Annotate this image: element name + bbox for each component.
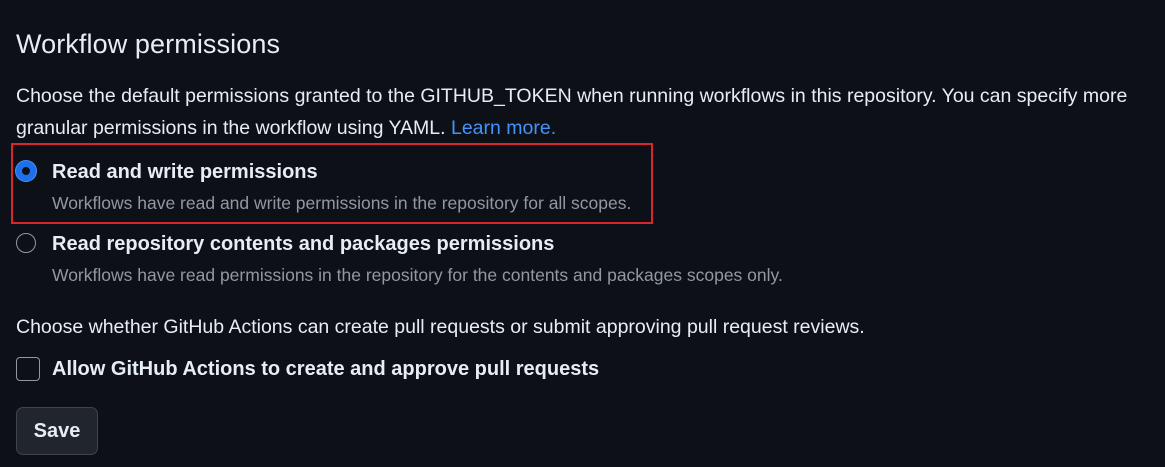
save-button[interactable]: Save <box>16 407 98 455</box>
workflow-permissions-heading: Workflow permissions <box>16 29 281 59</box>
learn-more-link[interactable]: Learn more. <box>451 117 556 139</box>
checkbox-icon[interactable] <box>16 357 40 381</box>
allow-pull-requests-option[interactable]: Allow GitHub Actions to create and appro… <box>16 356 599 382</box>
description-text: Choose the default permissions granted t… <box>16 85 1128 139</box>
highlight-box <box>11 143 653 224</box>
option-text: Read repository contents and packages pe… <box>52 231 783 288</box>
checkbox-label: Allow GitHub Actions to create and appro… <box>52 358 600 380</box>
pull-requests-description: Choose whether GitHub Actions can create… <box>16 316 865 338</box>
option-label: Read repository contents and packages pe… <box>52 233 555 255</box>
radio-unchecked-icon[interactable] <box>16 233 36 253</box>
option-hint: Workflows have read permissions in the r… <box>52 265 783 285</box>
workflow-permissions-description: Choose the default permissions granted t… <box>16 80 1156 144</box>
radio-option-read-only[interactable]: Read repository contents and packages pe… <box>16 231 783 288</box>
